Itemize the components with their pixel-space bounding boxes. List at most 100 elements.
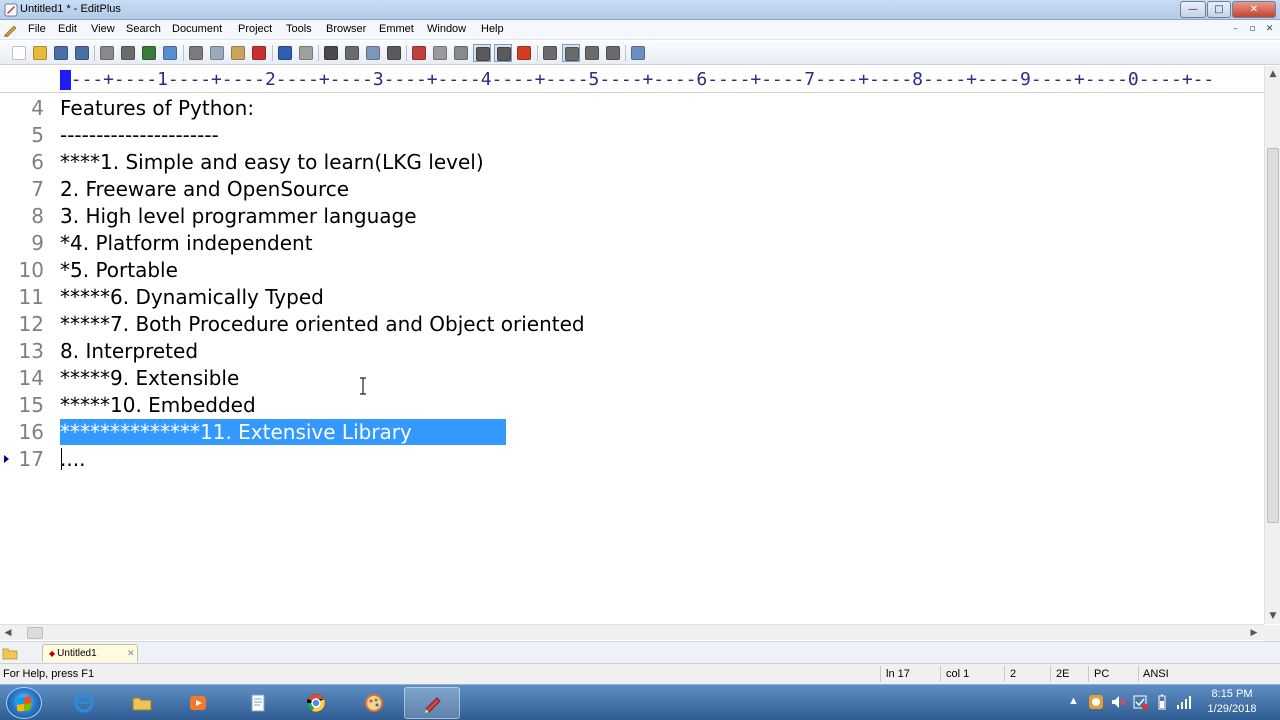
editor-line[interactable]: 5 ---------------------- (0, 122, 1264, 149)
taskbar-internet-explorer[interactable] (56, 687, 112, 719)
line-text[interactable]: *****6. Dynamically Typed (60, 285, 324, 309)
horizontal-scrollbar[interactable]: ◀ ▶ (0, 624, 1280, 641)
editor-area[interactable]: 4 Features of Python: 5 ----------------… (0, 94, 1264, 624)
line-text[interactable]: .... (60, 447, 85, 471)
menu-tools[interactable]: Tools (286, 23, 312, 35)
taskbar-clock[interactable]: 8:15 PM 1/29/2018 (1192, 687, 1272, 717)
tray-network-signal-icon[interactable] (1176, 694, 1192, 710)
scroll-up-arrow-icon[interactable]: ▲ (1265, 66, 1280, 82)
scroll-right-arrow-icon[interactable]: ▶ (1246, 625, 1262, 641)
toolbar-output-window-button[interactable] (583, 44, 601, 62)
menu-browser[interactable]: Browser (326, 23, 366, 35)
toolbar-find-button[interactable] (322, 44, 340, 62)
toolbar-save-all-button[interactable] (73, 44, 91, 62)
toolbar-check-button[interactable] (515, 44, 533, 62)
menu-search[interactable]: Search (126, 23, 161, 35)
tray-show-hidden-icon[interactable]: ▲ (1068, 695, 1079, 707)
menu-help[interactable]: Help (481, 23, 504, 35)
editor-line[interactable]: 4 Features of Python: (0, 95, 1264, 122)
line-text[interactable]: ---------------------- (60, 123, 219, 147)
vertical-scrollbar[interactable]: ▲ ▼ (1264, 66, 1280, 624)
status-line-ending[interactable]: PC (1094, 668, 1109, 680)
taskbar-media-player[interactable] (170, 687, 226, 719)
vertical-scroll-thumb[interactable] (1267, 148, 1279, 523)
selected-line-text[interactable]: **************11. Extensive Library (60, 420, 412, 444)
editor-line-current[interactable]: 17 .... (0, 446, 1264, 473)
menu-file[interactable]: File (28, 23, 46, 35)
line-text[interactable]: ****1. Simple and easy to learn(LKG leve… (60, 150, 484, 174)
editor-line[interactable]: 15 *****10. Embedded (0, 392, 1264, 419)
toolbar-find-in-files-button[interactable] (364, 44, 382, 62)
maximize-button[interactable]: □ (1207, 1, 1231, 18)
editor-line[interactable]: 10 *5. Portable (0, 257, 1264, 284)
line-text[interactable]: Features of Python: (60, 96, 254, 120)
toolbar-cut-button[interactable] (187, 44, 205, 62)
toolbar-undo-button[interactable] (276, 44, 294, 62)
editor-line[interactable]: 11 *****6. Dynamically Typed (0, 284, 1264, 311)
toolbar-hex-button[interactable] (431, 44, 449, 62)
ruler[interactable]: ----+----1----+----2----+----3----+----4… (0, 66, 1264, 93)
line-text[interactable]: *****9. Extensible (60, 366, 239, 390)
editor-line-selected[interactable]: 16 **************11. Extensive Library (0, 419, 1264, 446)
line-text[interactable]: *4. Platform independent (60, 231, 313, 255)
toolbar-word-wrap-button[interactable] (452, 44, 470, 62)
menu-window[interactable]: Window (427, 23, 466, 35)
tab-untitled1[interactable]: ◆ Untitled1 ✕ (42, 644, 138, 662)
toolbar-spell-check-button[interactable] (140, 44, 158, 62)
toolbar-browser-button[interactable] (161, 44, 179, 62)
toolbar-copy-button[interactable] (208, 44, 226, 62)
line-text[interactable]: *5. Portable (60, 258, 178, 282)
mdi-close-button[interactable]: ✕ (1263, 23, 1276, 36)
mdi-minimize-button[interactable]: – (1229, 23, 1242, 36)
menu-document[interactable]: Document (172, 23, 222, 35)
minimize-button[interactable]: — (1180, 1, 1206, 18)
toolbar-redo-button[interactable] (297, 44, 315, 62)
toolbar-ruler-button[interactable] (494, 44, 512, 62)
close-button[interactable]: ✕ (1232, 1, 1276, 18)
editor-line[interactable]: 8 3. High level programmer language (0, 203, 1264, 230)
taskbar-paint[interactable] (346, 687, 402, 719)
line-text[interactable]: 2. Freeware and OpenSource (60, 177, 349, 201)
toolbar-help-context-button[interactable] (629, 44, 647, 62)
editor-line[interactable]: 14 *****9. Extensible (0, 365, 1264, 392)
toolbar-paste-button[interactable] (229, 44, 247, 62)
scroll-left-arrow-icon[interactable]: ◀ (0, 625, 16, 641)
taskbar-notepad[interactable] (230, 687, 286, 719)
toolbar-goto-line-button[interactable] (385, 44, 403, 62)
toolbar-font-button[interactable] (410, 44, 428, 62)
editor-line[interactable]: 13 8. Interpreted (0, 338, 1264, 365)
taskbar-chrome[interactable] (288, 687, 344, 719)
toolbar-save-button[interactable] (52, 44, 70, 62)
toolbar-directory-button[interactable] (562, 44, 580, 62)
taskbar-editplus[interactable] (404, 687, 460, 719)
title-bar[interactable]: Untitled1 * - EditPlus — □ ✕ (0, 0, 1280, 20)
toolbar-print-button[interactable] (119, 44, 137, 62)
horizontal-scroll-thumb[interactable] (27, 627, 43, 639)
menu-emmet[interactable]: Emmet (379, 23, 414, 35)
toolbar-print-preview-button[interactable] (98, 44, 116, 62)
start-button[interactable] (6, 687, 42, 719)
document-pen-icon[interactable] (3, 23, 19, 37)
line-text[interactable]: *****10. Embedded (60, 393, 256, 417)
line-text[interactable]: 8. Interpreted (60, 339, 198, 363)
status-encoding[interactable]: ANSI (1143, 668, 1169, 680)
toolbar-tile-button[interactable] (604, 44, 622, 62)
menu-project[interactable]: Project (238, 23, 272, 35)
toolbar-open-button[interactable] (31, 44, 49, 62)
editor-line[interactable]: 12 *****7. Both Procedure oriented and O… (0, 311, 1264, 338)
menu-edit[interactable]: Edit (58, 23, 77, 35)
line-text[interactable]: *****7. Both Procedure oriented and Obje… (60, 312, 585, 336)
toolbar-replace-button[interactable] (343, 44, 361, 62)
menu-view[interactable]: View (91, 23, 115, 35)
scroll-down-arrow-icon[interactable]: ▼ (1265, 608, 1280, 624)
tray-volume-muted-icon[interactable] (1110, 694, 1126, 710)
tray-battery-icon[interactable] (1154, 694, 1170, 710)
taskbar-file-explorer[interactable] (114, 687, 170, 719)
tab-close-icon[interactable]: ✕ (127, 645, 135, 662)
toolbar-delete-button[interactable] (250, 44, 268, 62)
editor-line[interactable]: 7 2. Freeware and OpenSource (0, 176, 1264, 203)
line-text[interactable]: 3. High level programmer language (60, 204, 417, 228)
editor-line[interactable]: 6 ****1. Simple and easy to learn(LKG le… (0, 149, 1264, 176)
toolbar-new-button[interactable] (10, 44, 28, 62)
tray-app-icon[interactable] (1088, 694, 1104, 710)
